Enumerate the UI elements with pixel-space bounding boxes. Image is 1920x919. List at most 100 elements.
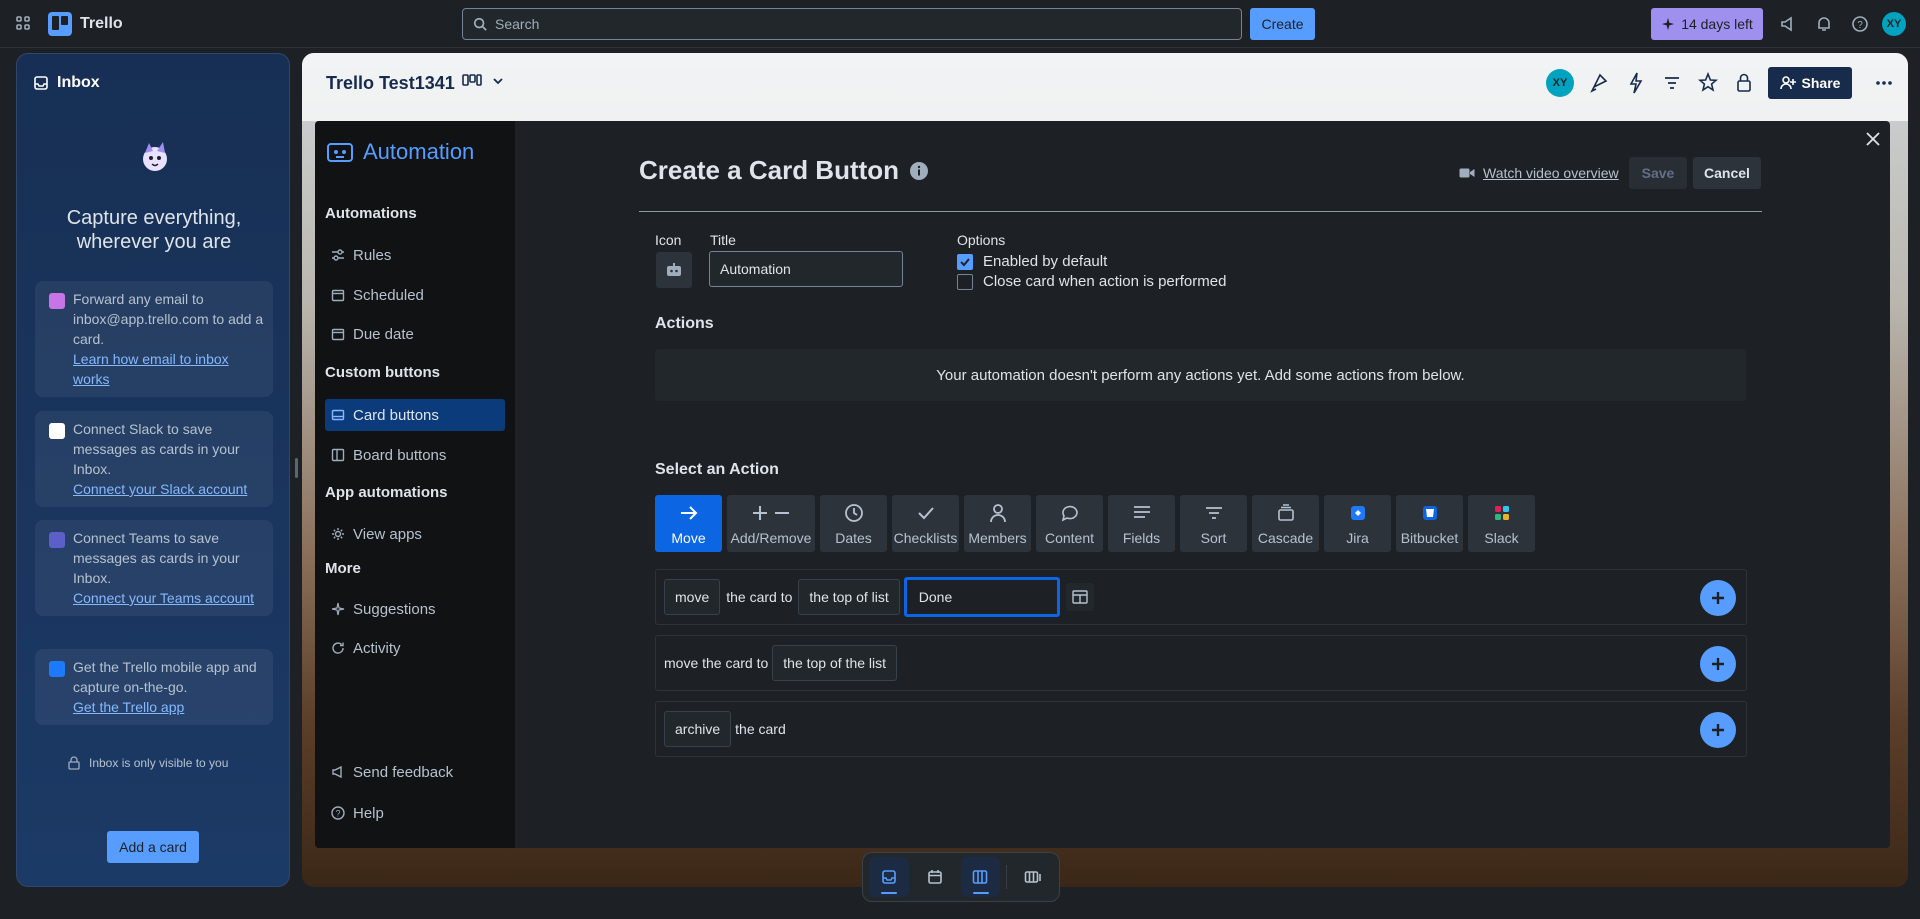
- board-member-avatar[interactable]: XY: [1546, 69, 1574, 97]
- user-avatar[interactable]: XY: [1882, 12, 1906, 36]
- tab-dates[interactable]: Dates: [820, 495, 887, 552]
- switch-planner[interactable]: [915, 857, 955, 897]
- inbox-tip-link[interactable]: Connect your Slack account: [73, 479, 265, 499]
- verb-select[interactable]: archive: [664, 711, 732, 747]
- tab-label: Dates: [835, 530, 872, 546]
- tab-slack[interactable]: Slack: [1468, 495, 1535, 552]
- add-action-button[interactable]: [1700, 580, 1736, 616]
- help-icon[interactable]: ?: [1848, 12, 1872, 36]
- arrow-right-icon: [679, 502, 699, 524]
- board-title[interactable]: Trello Test1341: [326, 73, 455, 94]
- add-person-icon: [1779, 76, 1796, 90]
- tab-label: Add/Remove: [730, 530, 812, 546]
- trello-logo[interactable]: Trello: [48, 12, 123, 36]
- tab-add-remove[interactable]: Add/Remove: [727, 495, 815, 552]
- sidebar-item-board-buttons[interactable]: Board buttons: [325, 439, 505, 471]
- tab-jira[interactable]: Jira: [1324, 495, 1391, 552]
- row-text: the card: [735, 721, 786, 737]
- header-divider: [639, 211, 1762, 212]
- lightning-icon[interactable]: [1626, 69, 1646, 101]
- switch-inbox[interactable]: [869, 857, 909, 897]
- star-icon[interactable]: [1698, 69, 1718, 101]
- sidebar-item-due-date[interactable]: Due date: [325, 318, 505, 350]
- tab-members[interactable]: Members: [964, 495, 1031, 552]
- calendar-clock-icon: [331, 328, 345, 341]
- list-name-input[interactable]: [903, 577, 1060, 617]
- save-button[interactable]: Save: [1629, 157, 1687, 189]
- add-action-button[interactable]: [1700, 646, 1736, 682]
- share-label: Share: [1801, 75, 1841, 91]
- sidebar-item-activity[interactable]: Activity: [325, 632, 505, 664]
- board-view-icon: [462, 74, 482, 86]
- tab-sort[interactable]: Sort: [1180, 495, 1247, 552]
- position-select[interactable]: the top of the list: [772, 645, 898, 681]
- rocket-icon[interactable]: [1590, 69, 1610, 101]
- tab-label: Content: [1044, 530, 1095, 546]
- inbox-tip-link[interactable]: Connect your Teams account: [73, 588, 265, 608]
- tab-checklists[interactable]: Checklists: [892, 495, 959, 552]
- search-input[interactable]: [495, 16, 1195, 32]
- cancel-button[interactable]: Cancel: [1693, 157, 1761, 189]
- create-button[interactable]: Create: [1250, 8, 1315, 40]
- inbox-tip-slack: Connect Slack to save messages as cards …: [35, 411, 273, 507]
- panel-resize-handle[interactable]: [295, 458, 298, 478]
- refresh-icon: [332, 642, 344, 654]
- email-icon: [49, 293, 65, 309]
- trial-button[interactable]: 14 days left: [1651, 8, 1763, 40]
- close-icon[interactable]: [1861, 127, 1885, 151]
- sidebar-item-suggestions[interactable]: Suggestions: [325, 593, 505, 625]
- sidebar-item-view-apps[interactable]: View apps: [325, 518, 505, 550]
- inbox-tip-link[interactable]: Learn how email to inbox works: [73, 349, 265, 389]
- sidebar-item-card-buttons[interactable]: Card buttons: [325, 399, 505, 431]
- visibility-lock-icon[interactable]: [1734, 69, 1754, 101]
- button-title-input[interactable]: [709, 251, 903, 287]
- close-card-checkbox[interactable]: [957, 273, 973, 290]
- info-icon[interactable]: [909, 161, 929, 181]
- switch-boards[interactable]: [1013, 857, 1053, 897]
- position-select[interactable]: the top of list: [798, 579, 900, 615]
- board-picker-icon[interactable]: [1065, 583, 1094, 611]
- search-box[interactable]: [462, 8, 1242, 40]
- inbox-panel: Inbox Capture everything, wherever you a…: [16, 53, 290, 887]
- sidebar-item-send-feedback[interactable]: Send feedback: [325, 756, 505, 788]
- verb-select[interactable]: move: [664, 579, 721, 615]
- inbox-tip-text: Connect Slack to save messages as cards …: [73, 421, 240, 477]
- tab-content[interactable]: Content: [1036, 495, 1103, 552]
- sidebar-item-label: Card buttons: [353, 406, 439, 424]
- bell-icon[interactable]: [1812, 12, 1836, 36]
- app-switcher-icon[interactable]: [14, 14, 34, 34]
- row-text: move the card to: [664, 655, 769, 671]
- option-close-row[interactable]: Close card when action is performed: [957, 273, 1226, 290]
- sidebar-item-label: Rules: [353, 246, 392, 264]
- switch-board[interactable]: [960, 857, 1001, 897]
- add-action-button[interactable]: [1700, 712, 1736, 748]
- inbox-tip-email: Forward any email to inbox@app.trello.co…: [35, 281, 273, 397]
- share-button[interactable]: Share: [1768, 67, 1852, 99]
- top-navigation: Trello Create 14 days left ? XY: [0, 0, 1920, 48]
- add-card-button[interactable]: Add a card: [107, 831, 199, 863]
- watch-video-link[interactable]: Watch video overview: [1459, 165, 1619, 181]
- tab-move[interactable]: Move: [655, 495, 722, 552]
- megaphone-icon[interactable]: [1776, 12, 1800, 36]
- taco-mascot-icon: [137, 139, 173, 175]
- board-view-switcher[interactable]: [462, 73, 504, 89]
- comment-icon: [1060, 502, 1080, 524]
- tab-cascade[interactable]: Cascade: [1252, 495, 1319, 552]
- tab-fields[interactable]: Fields: [1108, 495, 1175, 552]
- enabled-checkbox[interactable]: [957, 253, 973, 270]
- icon-picker[interactable]: [656, 252, 692, 288]
- tab-bitbucket[interactable]: Bitbucket: [1396, 495, 1463, 552]
- filter-icon[interactable]: [1662, 69, 1682, 101]
- option-enabled-row[interactable]: Enabled by default: [957, 253, 1107, 270]
- calendar-icon: [927, 870, 942, 884]
- sidebar-item-rules[interactable]: Rules: [325, 239, 505, 271]
- sidebar-item-scheduled[interactable]: Scheduled: [325, 279, 505, 311]
- tab-label: Jira: [1346, 530, 1369, 546]
- inbox-tip-link[interactable]: Get the Trello app: [73, 697, 265, 717]
- sidebar-item-help[interactable]: ? Help: [325, 797, 505, 829]
- help-icon: ?: [331, 806, 345, 820]
- tab-label: Checklists: [893, 530, 958, 546]
- more-options-icon[interactable]: [1874, 69, 1894, 101]
- automation-title-text: Automation: [363, 139, 475, 164]
- switcher-divider: [1006, 865, 1008, 889]
